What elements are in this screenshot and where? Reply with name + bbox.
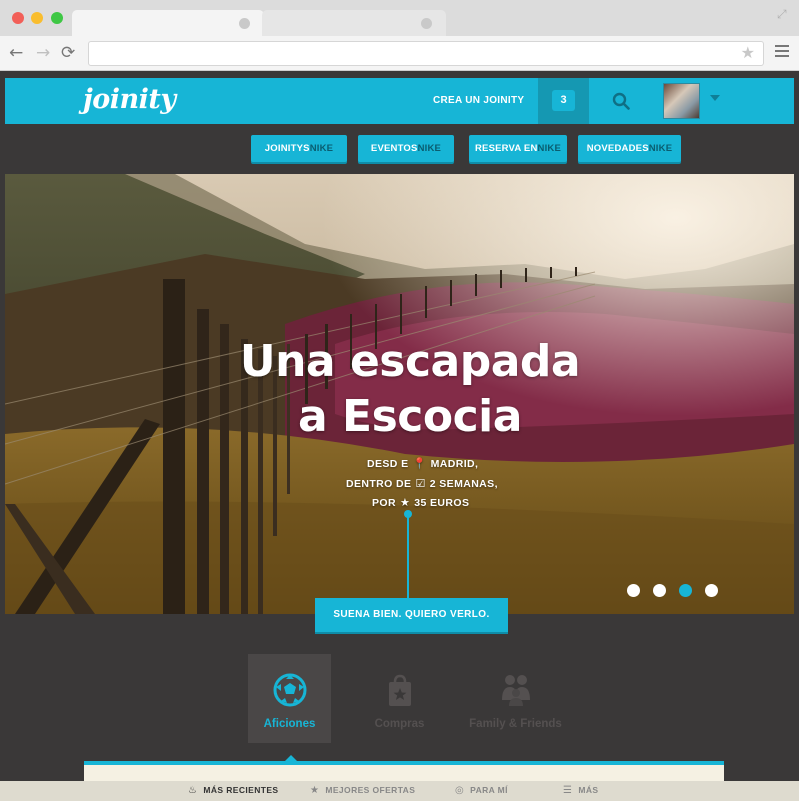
price-prefix: POR — [372, 497, 396, 509]
site-header: joinity CREA UN JOINITY 3 — [5, 78, 794, 124]
hero-detail-price: POR ★ 35 EUROS — [372, 496, 469, 509]
filter-para-mi[interactable]: ◎ PARA MÍ — [455, 785, 508, 796]
filter-mejores-ofertas[interactable]: ★ MEJORES OFERTAS — [310, 785, 415, 796]
bookmark-star-icon[interactable]: ★ — [741, 43, 755, 62]
see-more-button[interactable]: SUENA BIEN. QUIERO VERLO. — [315, 598, 508, 632]
category-suffix: NIKE — [309, 143, 334, 154]
tab-family-friends[interactable]: Family & Friends — [469, 654, 562, 743]
category-button-novedades[interactable]: NOVEDADESNIKE — [578, 135, 681, 162]
hero-slider: Una escapada a Escocia DESD E 📍 MADRID, DE… — [5, 174, 794, 614]
search-icon[interactable] — [612, 92, 630, 110]
hero-detail-when: DENTRO DE ☑ 2 SEMANAS, — [346, 477, 498, 490]
tab-close-icon[interactable] — [421, 18, 432, 29]
minimize-window-button[interactable] — [31, 12, 43, 24]
reload-icon[interactable]: ⟳ — [61, 43, 75, 63]
category-label: EVENTOS — [370, 143, 418, 154]
hero-title: Una escapada a Escocia — [5, 334, 794, 444]
maximize-window-button[interactable] — [51, 12, 63, 24]
filter-label: MEJORES OFERTAS — [325, 785, 416, 795]
origin-prefix: DESD E — [367, 458, 409, 470]
when-value: 2 SEMANAS, — [429, 478, 498, 490]
filter-mas[interactable]: ☰ MÁS — [563, 785, 598, 796]
list-icon: ☰ — [563, 785, 573, 796]
category-label: RESERVA EN — [474, 143, 538, 154]
user-avatar[interactable] — [663, 83, 700, 119]
tab-label: Compras — [374, 718, 425, 730]
webpage: joinity CREA UN JOINITY 3 JOINITYSNIKE E… — [5, 72, 794, 799]
browser-toolbar: ← → ⟳ ★ — [0, 36, 799, 71]
connector-line — [407, 514, 409, 598]
filter-label: MÁS RECIENTES — [203, 785, 279, 795]
site-logo[interactable]: joinity — [83, 84, 176, 115]
tab-label: Aficiones — [263, 718, 316, 730]
hero-title-line2: a Escocia — [298, 391, 522, 442]
notifications-area[interactable]: 3 — [538, 78, 589, 124]
browser-tab[interactable] — [262, 10, 446, 37]
notification-badge[interactable]: 3 — [552, 90, 575, 111]
category-button-eventos[interactable]: EVENTOSNIKE — [358, 135, 454, 162]
tab-close-icon[interactable] — [239, 18, 250, 29]
tab-label: Family & Friends — [469, 718, 562, 730]
category-label: JOINITYS — [264, 143, 310, 154]
filter-bar: ♨ MÁS RECIENTES ★ MEJORES OFERTAS ◎ PARA MÍ… — [0, 781, 799, 801]
fullscreen-icon[interactable]: ⤢ — [777, 7, 791, 21]
close-window-button[interactable] — [12, 12, 24, 24]
category-button-joinitys[interactable]: JOINITYSNIKE — [251, 135, 347, 162]
when-prefix: DENTRO DE — [346, 478, 412, 490]
forward-arrow-icon[interactable]: → — [36, 43, 50, 63]
slide-dot-4[interactable] — [705, 584, 718, 597]
slide-dot-3[interactable] — [679, 584, 692, 597]
chevron-down-icon[interactable] — [710, 95, 720, 101]
back-arrow-icon[interactable]: ← — [9, 43, 23, 63]
price-value: 35 EUROS — [414, 497, 470, 509]
hero-detail-origin: DESD E 📍 MADRID, — [367, 457, 478, 470]
filter-label: PARA MÍ — [470, 785, 508, 795]
browser-menu-icon[interactable] — [775, 45, 789, 58]
fire-icon: ♨ — [188, 785, 198, 796]
shopping-bag-icon — [389, 674, 411, 706]
category-suffix: NIKE — [648, 143, 673, 154]
filter-mas-recientes[interactable]: ♨ MÁS RECIENTES — [188, 785, 278, 796]
address-bar[interactable]: ★ — [88, 41, 764, 66]
people-icon — [502, 675, 530, 706]
slide-dot-2[interactable] — [653, 584, 666, 597]
create-joinity-link[interactable]: CREA UN JOINITY — [433, 95, 524, 106]
star-icon: ★ — [399, 496, 411, 509]
calendar-icon: ☑ — [415, 477, 426, 490]
category-button-reserva[interactable]: RESERVA ENNIKE — [469, 135, 567, 162]
filter-label: MÁS — [578, 785, 599, 795]
hero-title-line1: Una escapada — [239, 336, 581, 387]
origin-value: MADRID, — [430, 458, 479, 470]
slide-dot-1[interactable] — [627, 584, 640, 597]
browser-tab-active[interactable] — [72, 10, 264, 37]
tab-aficiones[interactable]: Aficiones — [248, 654, 331, 743]
map-pin-icon: 📍 — [412, 457, 427, 470]
tab-compras[interactable]: Compras — [358, 654, 441, 743]
star-icon: ★ — [310, 785, 320, 796]
category-label: NOVEDADES — [586, 143, 649, 154]
category-suffix: NIKE — [537, 143, 562, 154]
soccer-ball-icon — [273, 673, 307, 707]
browser-titlebar: ⤢ — [0, 0, 799, 37]
target-icon: ◎ — [455, 785, 465, 796]
category-suffix: NIKE — [417, 143, 442, 154]
